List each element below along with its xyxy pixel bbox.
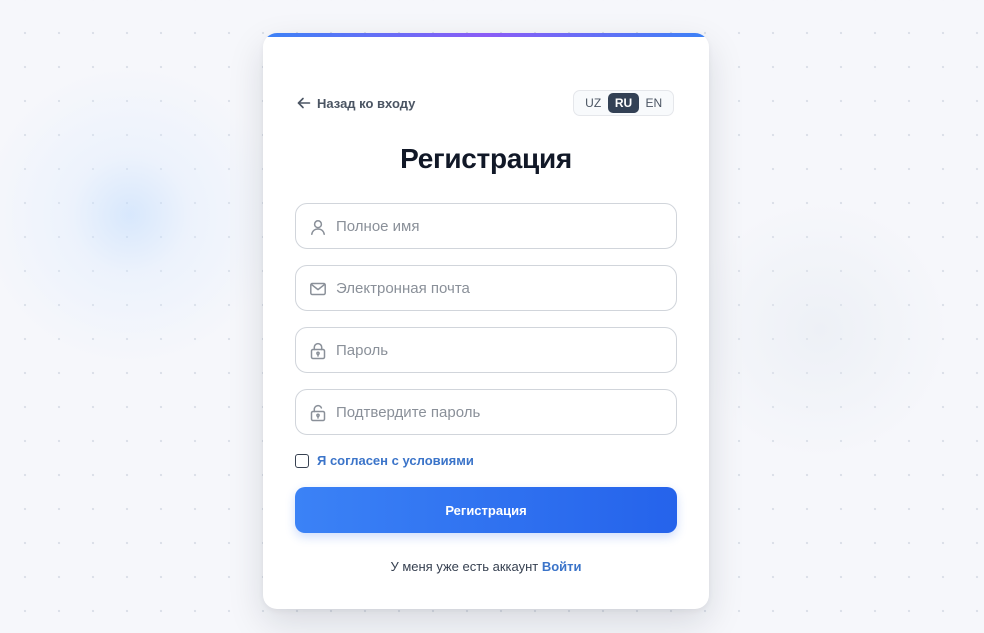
terms-link[interactable]: Я согласен с условиями (317, 453, 474, 468)
terms-checkbox[interactable] (295, 453, 309, 468)
registration-card: Назад ко входу UZ RU EN Регистрация Полн… (263, 33, 709, 609)
full-name-field (295, 203, 677, 249)
full-name-input[interactable] (296, 204, 676, 248)
email-input[interactable] (296, 266, 676, 310)
login-prompt: У меня уже есть аккаунт Войти (263, 559, 709, 574)
user-icon (309, 218, 327, 236)
terms-row: Я согласен с условиями (295, 453, 474, 468)
register-button[interactable]: Регистрация (295, 487, 677, 533)
arrow-left-icon (296, 95, 312, 111)
login-link[interactable]: Войти (542, 559, 582, 574)
confirm-password-input[interactable] (296, 390, 676, 434)
page-title: Регистрация (400, 143, 572, 174)
lock-open-icon (309, 404, 327, 422)
mail-icon (309, 280, 327, 298)
language-switcher: UZ RU EN (573, 90, 674, 116)
password-input[interactable] (296, 328, 676, 372)
card-accent-bar (263, 33, 709, 37)
lock-icon (309, 342, 327, 360)
login-prompt-text: У меня уже есть аккаунт (390, 559, 539, 574)
back-to-login-link[interactable]: Назад ко входу (296, 95, 415, 111)
back-to-login-label: Назад ко входу (317, 95, 416, 111)
email-field (295, 265, 677, 311)
lang-option-en[interactable]: EN (639, 93, 669, 113)
confirm-password-field (295, 389, 677, 435)
password-field (295, 327, 677, 373)
lang-option-uz[interactable]: UZ (578, 93, 608, 113)
lang-option-ru[interactable]: RU (608, 93, 639, 113)
